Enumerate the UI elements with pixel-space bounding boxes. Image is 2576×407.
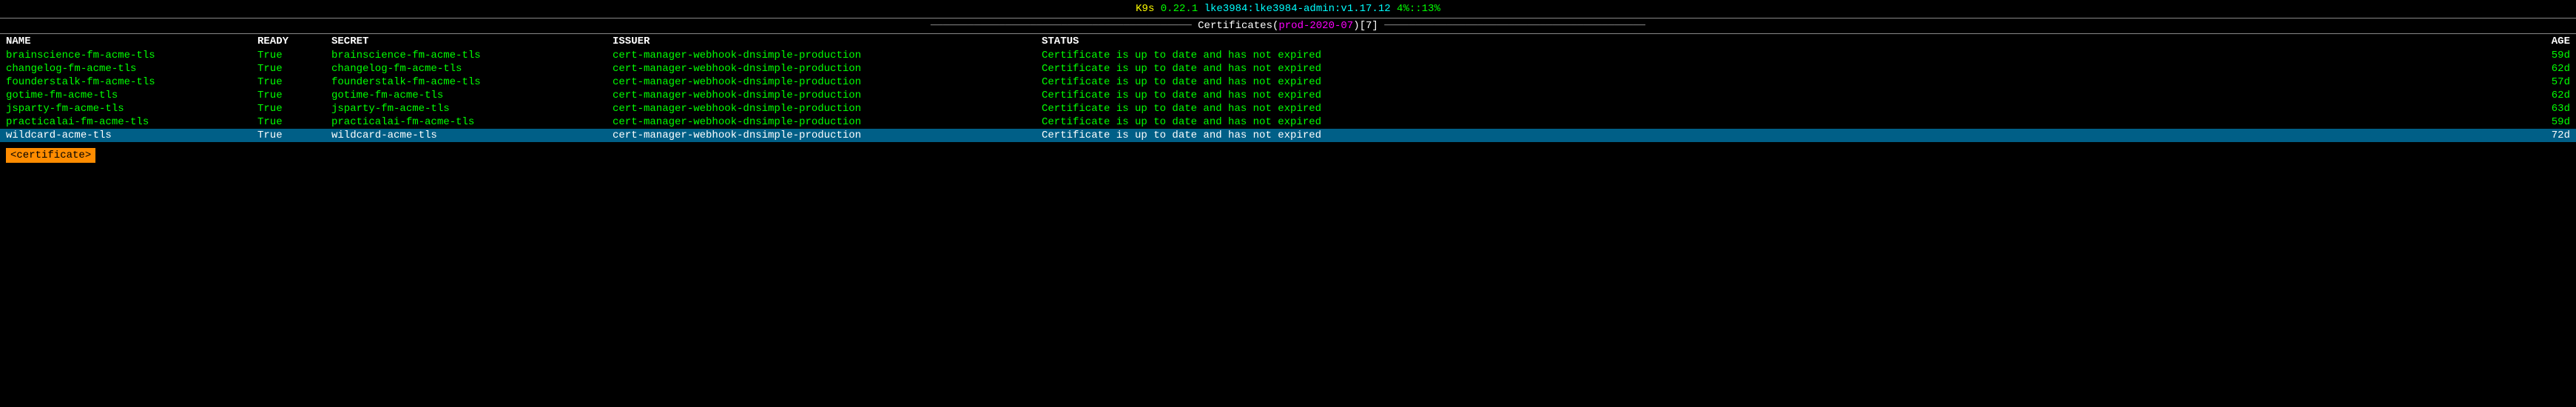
col-header-status: STATUS <box>1042 36 2511 47</box>
cell-ready: True <box>257 63 331 75</box>
table-row[interactable]: founderstalk-fm-acme-tls True foundersta… <box>0 75 2576 89</box>
k9s-version: 0.22.1 <box>1161 3 1198 15</box>
cell-name: brainscience-fm-acme-tls <box>6 50 257 61</box>
cell-secret: wildcard-acme-tls <box>331 130 613 141</box>
cell-issuer: cert-manager-webhook-dnsimple-production <box>613 116 1042 128</box>
table-row[interactable]: wildcard-acme-tls True wildcard-acme-tls… <box>0 129 2576 142</box>
cell-ready: True <box>257 50 331 61</box>
cell-age: 63d <box>2511 103 2570 115</box>
section-header: ────────────────────────────────────────… <box>0 18 2576 34</box>
cell-issuer: cert-manager-webhook-dnsimple-production <box>613 103 1042 115</box>
cell-secret: brainscience-fm-acme-tls <box>331 50 613 61</box>
status-badge: <certificate> <box>6 148 95 163</box>
cell-issuer: cert-manager-webhook-dnsimple-production <box>613 130 1042 141</box>
header-dashes-right: ────────────────────────────────────────… <box>1378 20 1645 32</box>
cell-secret: founderstalk-fm-acme-tls <box>331 76 613 88</box>
col-header-secret: SECRET <box>331 36 613 47</box>
cell-age: 59d <box>2511 50 2570 61</box>
terminal: K9s 0.22.1 lke3984:lke3984-admin:v1.17.1… <box>0 0 2576 166</box>
cell-ready: True <box>257 130 331 141</box>
cell-name: gotime-fm-acme-tls <box>6 90 257 101</box>
col-header-issuer: ISSUER <box>613 36 1042 47</box>
cell-status: Certificate is up to date and has not ex… <box>1042 116 2511 128</box>
k9s-cpu: 4%::13% <box>1397 3 1440 15</box>
header-namespace: prod-2020-07 <box>1278 20 1353 32</box>
cell-status: Certificate is up to date and has not ex… <box>1042 90 2511 101</box>
cell-secret: jsparty-fm-acme-tls <box>331 103 613 115</box>
table-row[interactable]: brainscience-fm-acme-tls True brainscien… <box>0 49 2576 62</box>
col-header-name: NAME <box>6 36 257 47</box>
column-headers: NAME READY SECRET ISSUER STATUS AGE <box>0 34 2576 49</box>
cell-issuer: cert-manager-webhook-dnsimple-production <box>613 63 1042 75</box>
col-header-age: AGE <box>2511 36 2570 47</box>
cell-issuer: cert-manager-webhook-dnsimple-production <box>613 76 1042 88</box>
cell-ready: True <box>257 90 331 101</box>
title-bar: K9s 0.22.1 lke3984:lke3984-admin:v1.17.1… <box>0 0 2576 18</box>
cell-ready: True <box>257 76 331 88</box>
k9s-label: K9s <box>1136 3 1154 15</box>
header-count: [7] <box>1360 20 1378 32</box>
col-header-ready: READY <box>257 36 331 47</box>
cell-age: 59d <box>2511 116 2570 128</box>
table-row[interactable]: gotime-fm-acme-tls True gotime-fm-acme-t… <box>0 89 2576 102</box>
cell-name: changelog-fm-acme-tls <box>6 63 257 75</box>
cell-age: 57d <box>2511 76 2570 88</box>
cell-age: 62d <box>2511 63 2570 75</box>
table-row[interactable]: practicalai-fm-acme-tls True practicalai… <box>0 115 2576 129</box>
k9s-context: lke3984:lke3984-admin:v1.17.12 <box>1204 3 1391 15</box>
header-title-suffix: ) <box>1353 20 1359 32</box>
cell-ready: True <box>257 103 331 115</box>
cell-age: 72d <box>2511 130 2570 141</box>
cell-secret: gotime-fm-acme-tls <box>331 90 613 101</box>
header-title-prefix: Certificates( <box>1198 20 1278 32</box>
footer: <certificate> <box>0 142 2576 166</box>
cell-status: Certificate is up to date and has not ex… <box>1042 130 2511 141</box>
cell-name: practicalai-fm-acme-tls <box>6 116 257 128</box>
cell-status: Certificate is up to date and has not ex… <box>1042 63 2511 75</box>
cell-status: Certificate is up to date and has not ex… <box>1042 50 2511 61</box>
cell-name: jsparty-fm-acme-tls <box>6 103 257 115</box>
cell-secret: practicalai-fm-acme-tls <box>331 116 613 128</box>
header-dashes-left: ────────────────────────────────────────… <box>931 20 1198 32</box>
cell-issuer: cert-manager-webhook-dnsimple-production <box>613 50 1042 61</box>
cell-name: wildcard-acme-tls <box>6 130 257 141</box>
cell-status: Certificate is up to date and has not ex… <box>1042 76 2511 88</box>
table-row[interactable]: jsparty-fm-acme-tls True jsparty-fm-acme… <box>0 102 2576 115</box>
table-row[interactable]: changelog-fm-acme-tls True changelog-fm-… <box>0 62 2576 75</box>
cell-ready: True <box>257 116 331 128</box>
cell-name: founderstalk-fm-acme-tls <box>6 76 257 88</box>
data-rows: brainscience-fm-acme-tls True brainscien… <box>0 49 2576 142</box>
cell-status: Certificate is up to date and has not ex… <box>1042 103 2511 115</box>
cell-issuer: cert-manager-webhook-dnsimple-production <box>613 90 1042 101</box>
cell-age: 62d <box>2511 90 2570 101</box>
cell-secret: changelog-fm-acme-tls <box>331 63 613 75</box>
